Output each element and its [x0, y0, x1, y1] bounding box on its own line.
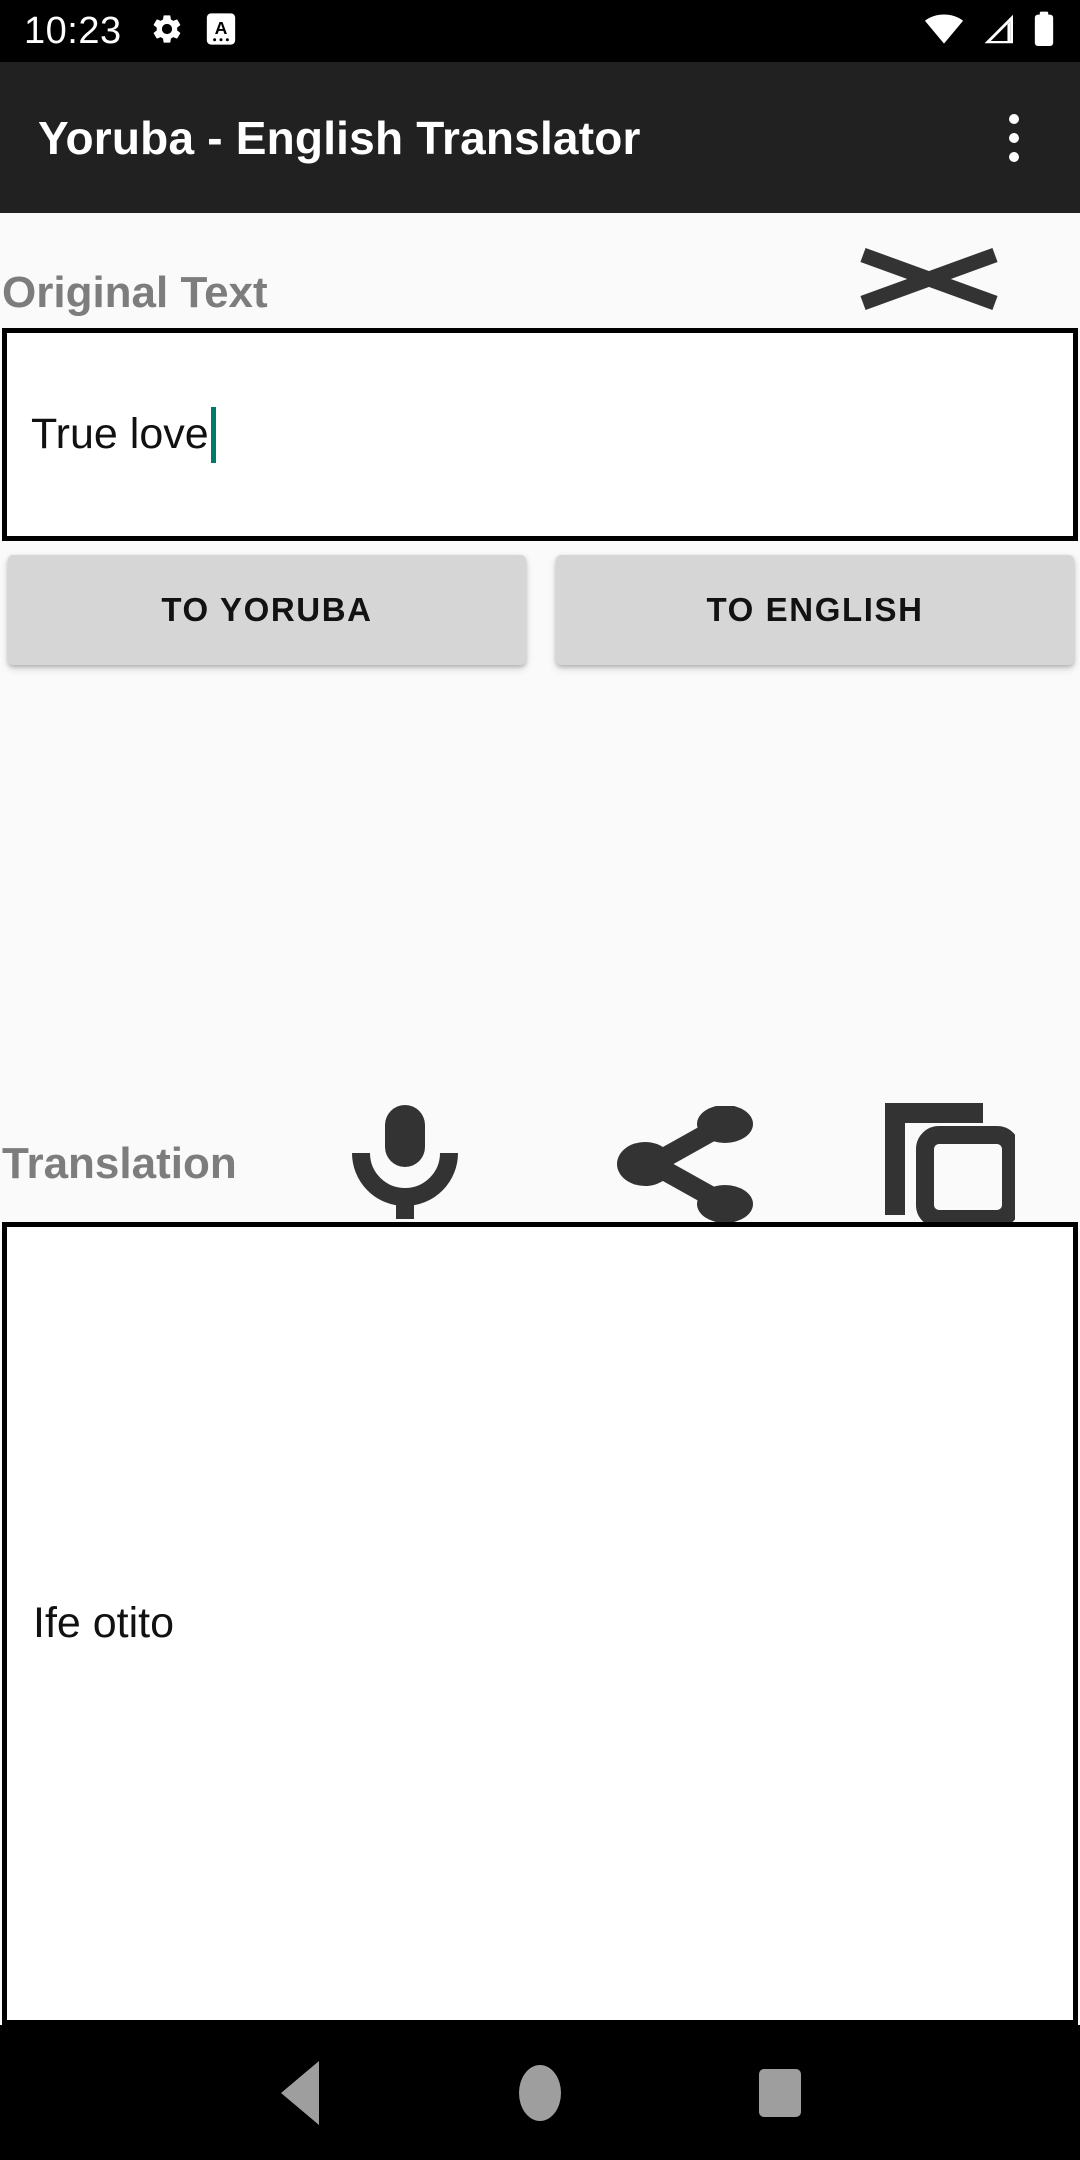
original-text-input[interactable]: True love	[2, 328, 1078, 541]
status-bar-clock: 10:23	[24, 10, 122, 52]
gear-icon	[150, 12, 184, 51]
status-bar-right-icons	[924, 11, 1056, 52]
copy-icon[interactable]	[865, 1103, 1035, 1225]
app-title: Yoruba - English Translator	[38, 111, 641, 164]
translate-button-row: TO YORUBA TO ENGLISH	[0, 555, 1080, 665]
translation-action-icons	[320, 1103, 1080, 1225]
overflow-dot	[1009, 151, 1019, 162]
status-bar: 10:23 A	[0, 0, 1080, 62]
original-text-label: Original Text	[2, 268, 268, 317]
main-content: Original Text True love TO YORUBA TO ENG…	[0, 213, 1080, 2025]
phone-screen: 10:23 A Yoruba - English Translator Orig…	[0, 0, 1080, 2160]
translation-value-wrap: Ife otito	[7, 1599, 1073, 1648]
original-text-value-wrap: True love	[7, 406, 1073, 463]
text-caret	[210, 406, 216, 463]
battery-icon	[1032, 11, 1056, 52]
translation-value: Ife otito	[33, 1598, 175, 1647]
microphone-icon[interactable]	[320, 1103, 490, 1225]
nav-home-button[interactable]	[420, 2025, 660, 2160]
nav-recents-button[interactable]	[660, 2025, 900, 2160]
to-yoruba-button[interactable]: TO YORUBA	[8, 555, 526, 665]
nav-back-button[interactable]	[180, 2025, 420, 2160]
overflow-dot	[1009, 113, 1019, 124]
home-circle-icon	[519, 2064, 561, 2121]
app-bar: Yoruba - English Translator	[0, 62, 1080, 213]
original-text-value: True love	[31, 409, 209, 458]
android-nav-bar	[0, 2025, 1080, 2160]
back-triangle-icon	[281, 2060, 319, 2125]
recents-square-icon	[759, 2068, 801, 2117]
translation-label: Translation	[2, 1139, 237, 1188]
share-icon[interactable]	[600, 1103, 770, 1225]
a-badge-icon: A	[206, 12, 236, 51]
svg-text:A: A	[214, 17, 227, 37]
to-english-button[interactable]: TO ENGLISH	[556, 555, 1074, 665]
overflow-menu-icon[interactable]	[986, 102, 1042, 174]
translation-output[interactable]: Ife otito	[2, 1222, 1078, 2025]
overflow-dot	[1009, 132, 1019, 143]
status-bar-left-icons: A	[150, 12, 236, 51]
wifi-icon	[924, 12, 964, 51]
clear-x-icon[interactable]	[855, 241, 1003, 317]
cellular-signal-icon	[980, 12, 1016, 51]
